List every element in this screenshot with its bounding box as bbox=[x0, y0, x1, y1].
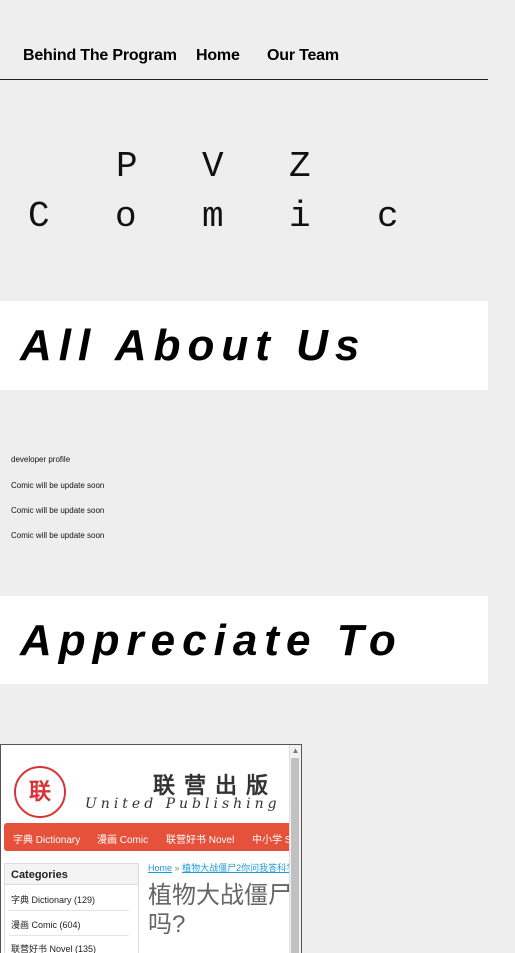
frame-scrollbar[interactable]: ▲ bbox=[289, 745, 301, 953]
appreciate-band: Appreciate To bbox=[0, 596, 488, 684]
scroll-up-arrow-icon[interactable]: ▲ bbox=[291, 746, 300, 756]
title-letter: c bbox=[377, 196, 399, 237]
title-letter: Z bbox=[289, 146, 311, 187]
nav-our-team[interactable]: Our Team bbox=[267, 47, 339, 65]
title-letter: P bbox=[116, 146, 138, 187]
category-comic[interactable]: 漫画 Comic (604) bbox=[11, 918, 81, 931]
article-title-line-2: 吗? bbox=[148, 911, 186, 938]
title-letter: V bbox=[202, 146, 224, 187]
embedded-publisher-frame[interactable]: 联 联营出版 United Publishing Hou 字典 Dictiona… bbox=[0, 744, 302, 953]
breadcrumb-current[interactable]: 植物大战僵尸2你问我答科学 bbox=[182, 863, 295, 873]
top-nav: Behind The Program Home Our Team bbox=[0, 0, 488, 80]
publisher-name-en: United Publishing Hou bbox=[85, 796, 301, 812]
menu-dictionary[interactable]: 字典 Dictionary bbox=[13, 831, 80, 846]
breadcrumb: Home » 植物大战僵尸2你问我答科学 bbox=[148, 861, 295, 874]
categories-panel: Categories 字典 Dictionary (129) 漫画 Comic … bbox=[4, 863, 139, 953]
publisher-menu-bar: 字典 Dictionary 漫画 Comic 联营好书 Novel 中小学 S bbox=[4, 823, 292, 851]
site-title-line-1: P V Z bbox=[0, 146, 488, 187]
category-novel[interactable]: 联营好书 Novel (135) bbox=[11, 942, 96, 953]
nav-home[interactable]: Home bbox=[196, 47, 240, 65]
title-letter: i bbox=[289, 196, 311, 237]
nav-behind-the-program[interactable]: Behind The Program bbox=[23, 47, 177, 65]
scrollbar-thumb[interactable] bbox=[291, 758, 299, 953]
about-heading: All About Us bbox=[20, 321, 367, 370]
publisher-logo: 联 bbox=[14, 766, 66, 818]
breadcrumb-home[interactable]: Home bbox=[148, 863, 172, 873]
menu-school[interactable]: 中小学 S bbox=[252, 831, 291, 846]
about-band: All About Us bbox=[0, 301, 488, 390]
title-letter: C bbox=[28, 196, 50, 237]
categories-title: Categories bbox=[11, 869, 68, 881]
comic-update-note[interactable]: Comic will be update soon bbox=[11, 531, 104, 540]
divider bbox=[9, 935, 129, 936]
article-title-line-1: 植物大战僵尸 bbox=[148, 882, 292, 909]
site-title-line-2: C o m i c bbox=[0, 196, 488, 237]
title-letter: o bbox=[115, 196, 137, 237]
comic-update-note[interactable]: Comic will be update soon bbox=[11, 506, 104, 515]
appreciate-heading: Appreciate To bbox=[20, 616, 403, 665]
developer-profile-link[interactable]: developer profile bbox=[11, 455, 70, 464]
article-title: 植物大战僵尸 吗? bbox=[148, 881, 292, 939]
breadcrumb-separator: » bbox=[174, 863, 180, 873]
menu-novel[interactable]: 联营好书 Novel bbox=[166, 831, 234, 846]
category-dictionary[interactable]: 字典 Dictionary (129) bbox=[11, 893, 95, 906]
menu-comic[interactable]: 漫画 Comic bbox=[97, 831, 148, 846]
divider bbox=[9, 910, 129, 911]
title-letter: m bbox=[202, 196, 224, 237]
categories-header: Categories bbox=[5, 864, 138, 885]
comic-update-note[interactable]: Comic will be update soon bbox=[11, 481, 104, 490]
